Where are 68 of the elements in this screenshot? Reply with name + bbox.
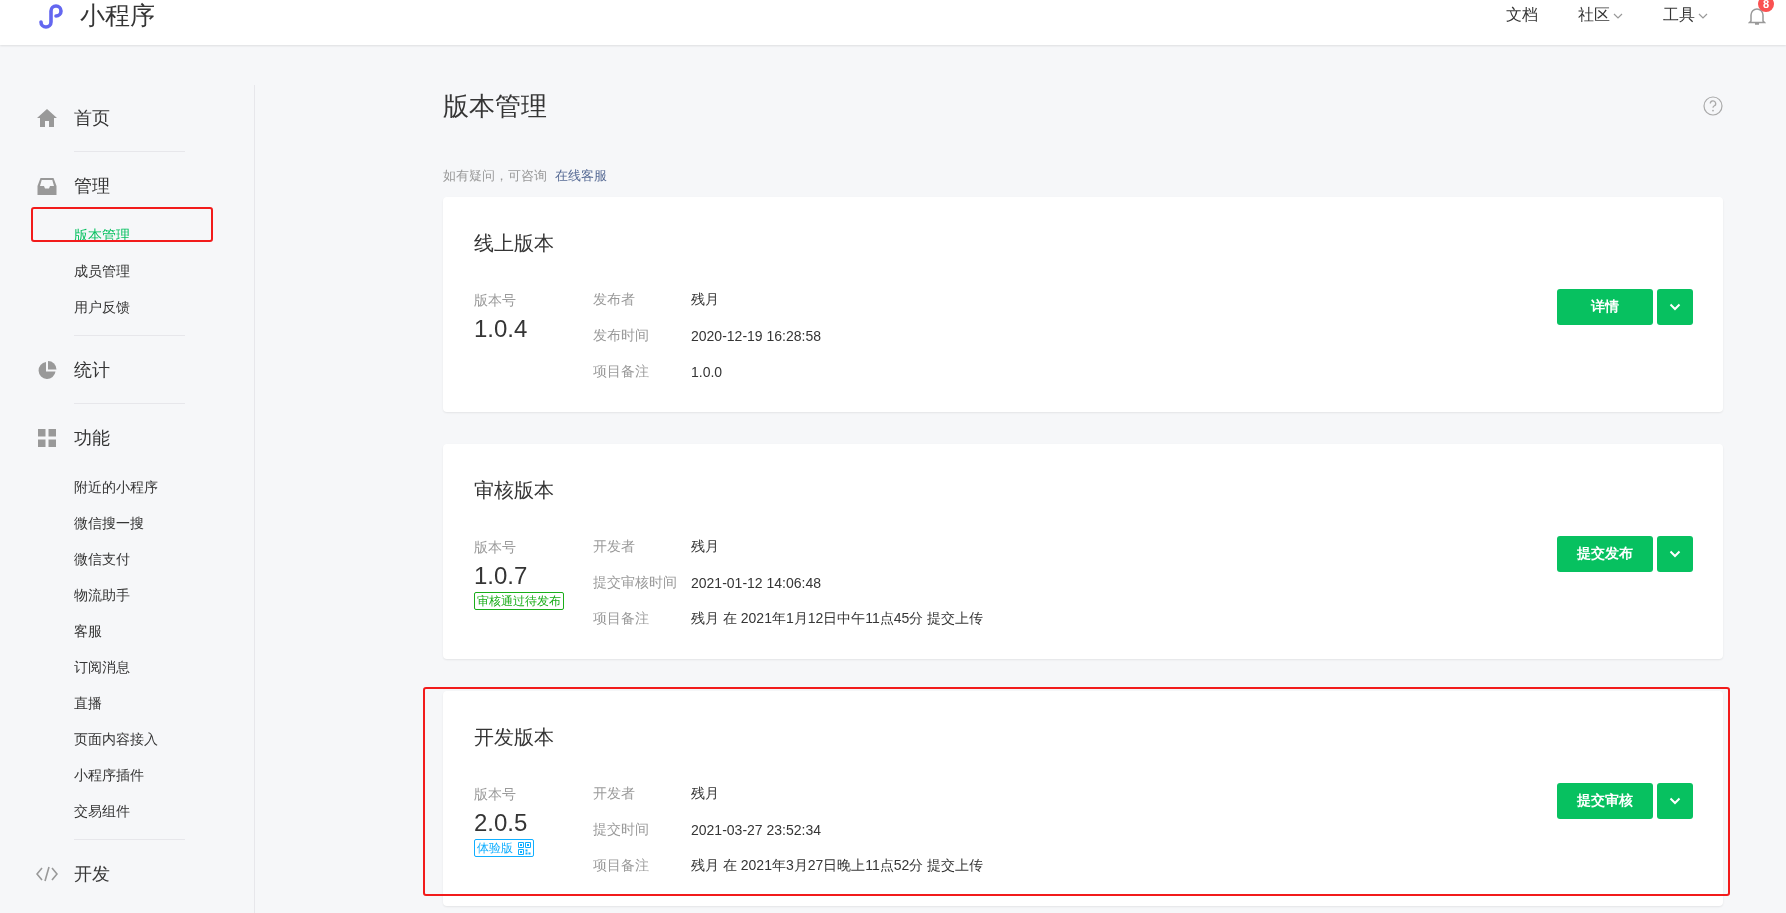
field-value: 残月 [691,785,719,803]
field-value: 2021-03-27 23:52:34 [691,822,821,838]
chevron-down-icon [1669,797,1681,805]
chevron-down-icon [1669,550,1681,558]
logo-text[interactable]: 小程序 [80,0,155,32]
sidebar-item[interactable]: 微信搜一搜 [74,515,144,533]
support-link[interactable]: 在线客服 [554,168,607,183]
help-icon[interactable] [1703,96,1723,116]
version-number: 2.0.5 [474,808,528,838]
sidebar-section[interactable]: 统计 [74,358,110,382]
pie-chart-icon [36,360,58,380]
version-number: 1.0.4 [474,314,528,344]
grid-icon [36,429,58,447]
sidebar-section[interactable]: 开发 [74,862,110,886]
field-value: 残月 [691,291,719,309]
sidebar-item[interactable]: 客服 [74,623,102,641]
more-button[interactable] [1657,536,1693,572]
more-button[interactable] [1657,289,1693,325]
home-icon [36,109,58,127]
field-label: 开发者 [593,785,636,803]
field-label: 开发者 [593,538,636,556]
field-value: 残月 在 2021年3月27日晚上11点52分 提交上传 [691,857,984,875]
chevron-down-icon [1669,303,1681,311]
sidebar-item[interactable]: 订阅消息 [74,659,130,677]
field-label: 发布时间 [593,327,650,345]
chevron-down-icon [1613,12,1623,19]
card-title: 开发版本 [474,725,555,749]
field-label: 项目备注 [593,363,650,381]
sidebar-item[interactable]: 页面内容接入 [74,731,158,749]
nav-link[interactable]: 文档 [1506,5,1538,26]
card-title: 线上版本 [474,231,555,255]
field-value: 残月 在 2021年1月12日中午11点45分 提交上传 [691,610,984,628]
version-number: 1.0.7 [474,561,528,591]
version-label: 版本号 [474,291,516,310]
nav-link[interactable]: 社区 [1578,5,1623,26]
field-value: 2020-12-19 16:28:58 [691,328,821,344]
field-value: 残月 [691,538,719,556]
more-button[interactable] [1657,783,1693,819]
field-label: 发布者 [593,291,636,309]
page-title: 版本管理 [443,89,547,123]
sidebar-item[interactable]: 小程序插件 [74,767,144,785]
inbox-icon [36,177,58,195]
sidebar-section[interactable]: 首页 [74,106,110,130]
help-text: 如有疑问，可咨询 [443,168,547,183]
sidebar-item[interactable]: 交易组件 [74,803,130,821]
nav-link[interactable]: 工具 [1663,5,1708,26]
card-title: 审核版本 [474,478,555,502]
sidebar-item[interactable]: 微信支付 [74,551,130,569]
chevron-down-icon [1698,12,1708,19]
version-label: 版本号 [474,785,516,804]
qr-code-icon [518,841,531,855]
field-label: 提交审核时间 [593,574,678,592]
field-label: 项目备注 [593,610,650,628]
field-value: 1.0.0 [691,364,723,380]
field-value: 2021-01-12 14:06:48 [691,575,821,591]
sidebar-item[interactable]: 成员管理 [74,263,130,281]
notification-badge: 8 [1758,0,1774,12]
sidebar-item[interactable]: 物流助手 [74,587,130,605]
sidebar-item[interactable]: 用户反馈 [74,299,130,317]
sidebar-section[interactable]: 管理 [74,174,110,198]
field-label: 项目备注 [593,857,650,875]
sidebar-item[interactable]: 直播 [74,695,102,713]
version-label: 版本号 [474,538,516,557]
field-label: 提交时间 [593,821,650,839]
sidebar-item[interactable]: 附近的小程序 [74,479,158,497]
sidebar-section[interactable]: 功能 [74,426,110,450]
code-icon [36,866,58,882]
status-tag: 审核通过待发布 [474,592,564,610]
